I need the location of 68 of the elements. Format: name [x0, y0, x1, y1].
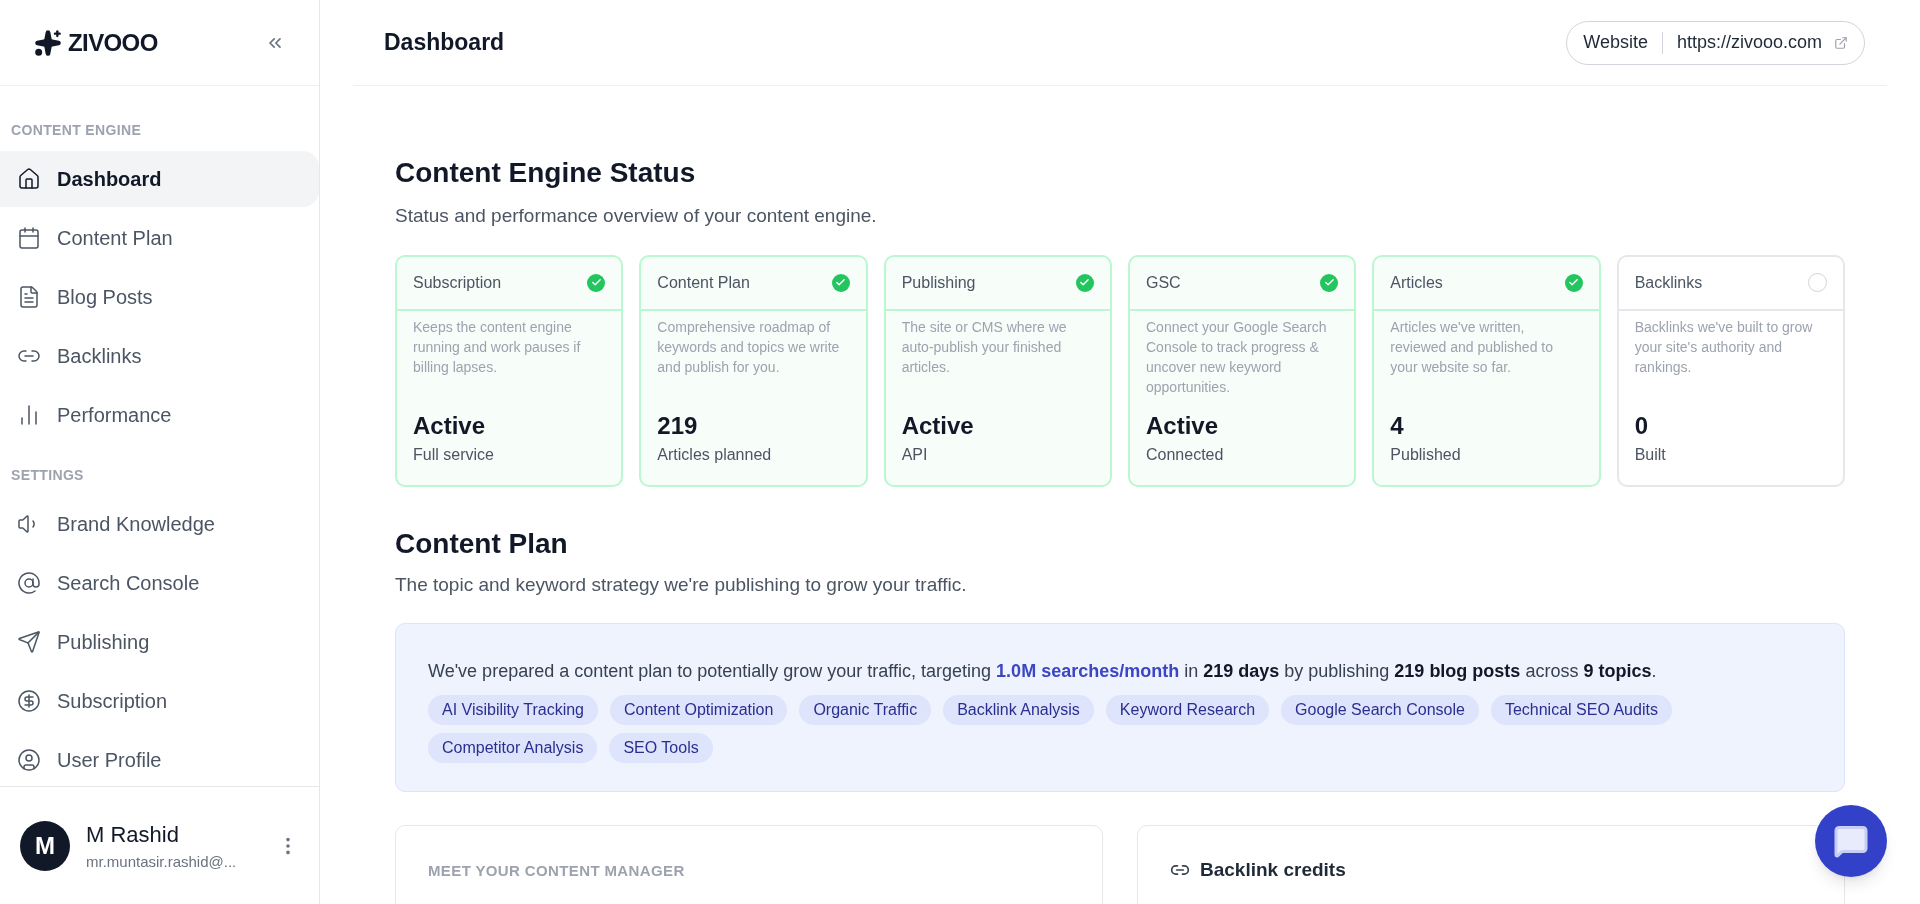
sparkle-logo-icon — [34, 28, 62, 57]
sidebar-nav-item[interactable]: Performance — [0, 387, 319, 443]
section-subtitle: Status and performance overview of your content engine. — [395, 204, 878, 228]
sidebar-nav-item[interactable]: Backlinks — [0, 328, 319, 384]
user-icon — [17, 748, 41, 772]
brand-logo-text: ZIVOOO — [68, 27, 158, 58]
card-heading: MEET YOUR CONTENT MANAGER — [428, 861, 686, 881]
card-description: Articles we've written, reviewed and published to your website so far. — [1389, 317, 1554, 377]
card-title: Publishing — [901, 272, 976, 293]
plan-summary: We've prepared a content plan to potentially grow your traffic, targeting 1.0M searches/month in 219 days by publishing 219 blog posts across 9 topics. — [428, 660, 1658, 683]
card-title: Subscription — [413, 272, 502, 293]
sidebar-nav-item[interactable]: Brand Knowledge — [0, 496, 319, 552]
calendar-icon — [17, 226, 41, 250]
card-caption: Connected — [1145, 444, 1225, 465]
card-value: 0 — [1633, 410, 1649, 441]
sidebar-nav-item[interactable]: Content Plan — [0, 210, 319, 266]
topic-tag: Organic Traffic — [799, 695, 932, 725]
card-description: The site or CMS where we auto-publish your finished articles. — [900, 317, 1068, 377]
card-caption: API — [900, 444, 929, 465]
card-value: Active — [1145, 410, 1220, 441]
sidebar-nav-item[interactable]: User Profile — [0, 732, 319, 786]
card-value: 219 — [656, 410, 699, 441]
user-email: mr.muntasir.rashid@... — [86, 851, 238, 872]
sidebar-nav-item[interactable]: Publishing — [0, 614, 319, 670]
sidebar-nav-item[interactable]: Subscription — [0, 673, 319, 729]
card-title: Content Plan — [657, 272, 750, 293]
card-caption: Published — [1389, 444, 1462, 465]
sidebar-nav-item[interactable]: Search Console — [0, 555, 319, 611]
section-title: Content Plan — [395, 526, 569, 561]
card-title: GSC — [1146, 272, 1181, 293]
card-value: Active — [900, 410, 975, 441]
card-description: Comprehensive roadmap of keywords and topics we write and publish for you. — [656, 317, 841, 377]
topic-tag: Google Search Console — [1281, 695, 1479, 725]
topic-tag: Competitor Analysis — [428, 733, 598, 763]
section-heading: SETTINGS — [10, 466, 85, 485]
card-description: Keeps the content engine running and work pauses if billing lapses. — [412, 317, 582, 377]
document-icon — [17, 285, 41, 309]
card-title: Articles — [1390, 272, 1443, 293]
card-caption: Articles planned — [656, 444, 773, 465]
chat-button[interactable] — [1815, 805, 1887, 877]
card-caption: Built — [1633, 444, 1667, 465]
card-title: Backlinks — [1634, 272, 1703, 293]
user-avatar: M — [20, 820, 70, 871]
topic-tag: Keyword Research — [1105, 695, 1270, 725]
topic-tag: SEO Tools — [609, 733, 713, 763]
card-value: 4 — [1389, 410, 1405, 441]
home-icon — [17, 167, 41, 191]
card-caption: Full service — [412, 444, 495, 465]
external-link-icon — [1834, 35, 1848, 50]
card-description: Backlinks we've built to grow your site's authority and rankings. — [1633, 317, 1814, 377]
send-icon — [17, 630, 41, 654]
search-icon — [17, 571, 41, 595]
section-subtitle: The topic and keyword strategy we're publishing to grow your traffic. — [395, 572, 968, 597]
topic-tag: AI Visibility Tracking — [428, 695, 598, 725]
sidebar-nav-item[interactable]: Blog Posts — [0, 269, 319, 325]
user-name: M Rashid — [86, 820, 180, 849]
section-heading: CONTENT ENGINE — [10, 121, 143, 140]
chat-icon — [1833, 823, 1869, 859]
topic-tag: Content Optimization — [610, 695, 788, 725]
sidebar-nav-item[interactable]: Dashboard — [0, 151, 319, 207]
dollar-icon — [17, 689, 41, 713]
card-value: Active — [412, 410, 487, 441]
page-title: Dashboard — [384, 28, 505, 58]
card-heading: Backlink credits — [1200, 858, 1346, 882]
section-title: Content Engine Status — [395, 156, 697, 190]
topic-tag: Backlink Analysis — [943, 695, 1094, 725]
topic-tag: Technical SEO Audits — [1490, 695, 1672, 725]
card-description: Connect your Google Search Console to track progress & uncover new keyword opportunities. — [1145, 317, 1328, 397]
